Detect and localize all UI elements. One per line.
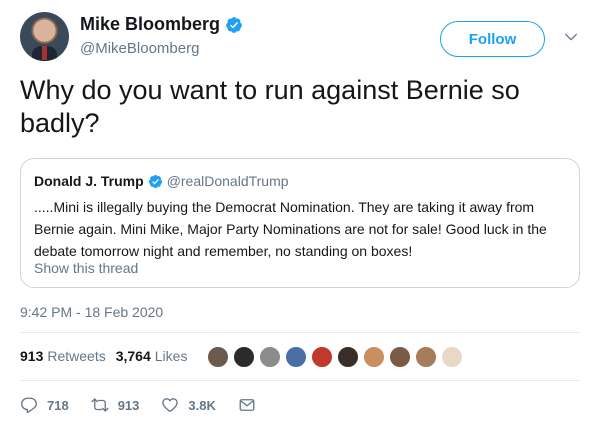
retweet-icon [91, 398, 109, 412]
author-handle[interactable]: @MikeBloomberg [80, 40, 199, 57]
follow-button[interactable]: Follow [440, 21, 545, 57]
direct-message-button[interactable] [238, 396, 265, 414]
reply-count: 718 [47, 397, 69, 413]
tweet-actions: 718 913 3.8K [20, 396, 287, 414]
like-count: 3.8K [188, 397, 216, 413]
quoted-tweet-header: Donald J. Trump @realDonaldTrump [34, 173, 289, 189]
author-name-row[interactable]: Mike Bloomberg [80, 14, 243, 35]
tweet-text: Why do you want to run against Bernie so… [20, 75, 520, 138]
avatar[interactable] [20, 12, 69, 61]
liker-facepile[interactable] [207, 346, 467, 368]
liker-avatar[interactable] [363, 346, 385, 368]
quoted-author-handle: @realDonaldTrump [166, 173, 289, 189]
retweets-label[interactable]: Retweets [47, 348, 105, 364]
retweet-count: 913 [117, 397, 140, 413]
verified-badge-icon [226, 16, 242, 33]
liker-avatar[interactable] [259, 346, 281, 368]
liker-avatar[interactable] [389, 346, 411, 368]
liker-avatar[interactable] [441, 346, 463, 368]
retweets-count[interactable]: 913 [20, 348, 43, 364]
liker-avatar[interactable] [415, 346, 437, 368]
liker-avatar[interactable] [285, 346, 307, 368]
envelope-icon [239, 399, 255, 411]
quoted-author-name: Donald J. Trump [34, 173, 144, 189]
tweet-header: Mike Bloomberg @MikeBloomberg Follow [20, 12, 585, 62]
retweet-button[interactable]: 913 [91, 396, 140, 414]
reply-icon [21, 397, 37, 413]
liker-avatar[interactable] [337, 346, 359, 368]
divider [20, 380, 580, 381]
likes-count[interactable]: 3,764 [116, 348, 151, 364]
verified-badge-icon [148, 174, 162, 188]
author-display-name[interactable]: Mike Bloomberg [80, 14, 220, 35]
likes-label[interactable]: Likes [155, 348, 188, 364]
show-thread-link[interactable]: Show this thread [34, 260, 138, 276]
quoted-tweet-card[interactable]: Donald J. Trump @realDonaldTrump .....Mi… [20, 158, 580, 288]
liker-avatar[interactable] [207, 346, 229, 368]
reply-button[interactable]: 718 [20, 396, 69, 414]
quoted-tweet-text: .....Mini is illegally buying the Democr… [34, 199, 547, 259]
liker-avatar[interactable] [233, 346, 255, 368]
divider [20, 332, 580, 333]
tweet-stats: 913 Retweets 3,764 Likes [20, 348, 197, 364]
like-button[interactable]: 3.8K [161, 396, 216, 414]
tweet-timestamp[interactable]: 9:42 PM - 18 Feb 2020 [20, 304, 163, 320]
heart-icon [162, 398, 179, 413]
chevron-down-icon[interactable] [563, 29, 579, 45]
liker-avatar[interactable] [311, 346, 333, 368]
